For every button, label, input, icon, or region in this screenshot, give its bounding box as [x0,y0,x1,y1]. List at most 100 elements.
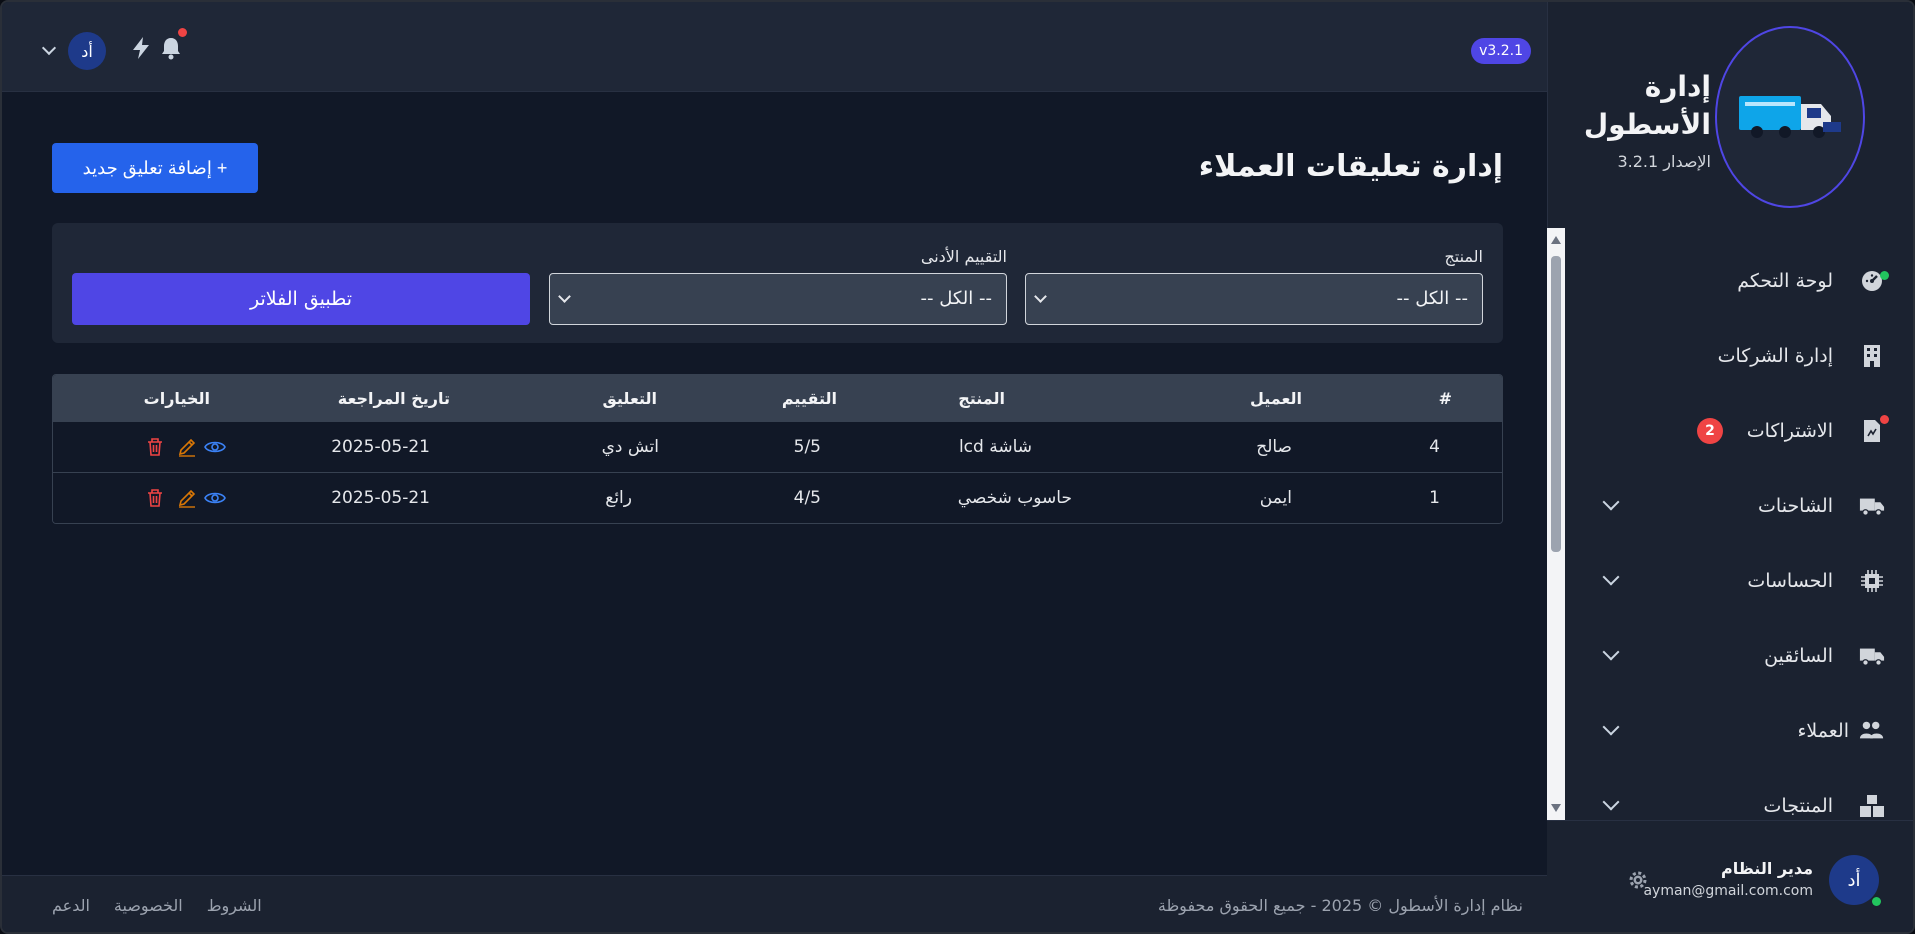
sidebar-item-drivers[interactable]: السائقين [1567,626,1913,686]
sidebar-item-label: المنتجات [1763,795,1833,817]
view-icon[interactable] [203,435,227,459]
bolt-icon[interactable] [130,36,152,66]
chevron-down-icon [1034,290,1047,303]
table-header: # العميل المنتج التقييم التعليق تاريخ ال… [53,375,1502,421]
sidebar-item-label: إدارة الشركات [1717,345,1833,367]
chevron-down-icon[interactable] [1602,568,1620,586]
cell-customer: صالح [1256,437,1292,457]
sidebar-item-trucks[interactable]: الشاحنات [1567,476,1913,536]
sidebar-item-label: الحساسات [1747,570,1833,592]
building-icon [1859,343,1885,369]
product-filter-value: -- الكل -- [1396,288,1468,309]
trash-icon[interactable] [143,435,167,459]
bell-icon[interactable] [160,36,182,66]
scroll-down-icon[interactable] [1551,804,1561,812]
chevron-down-icon[interactable] [41,40,57,56]
rating-filter-select[interactable]: -- الكل -- [549,273,1007,325]
boxes-icon [1859,793,1885,819]
edit-icon[interactable] [175,435,199,459]
chevron-down-icon[interactable] [1602,493,1620,511]
sidebar-item-customers[interactable]: العملاء [1567,701,1913,761]
scroll-thumb[interactable] [1551,256,1561,552]
rating-filter-value: -- الكل -- [920,288,992,309]
sidebar-item-label: لوحة التحكم [1737,270,1833,292]
version-badge: v3.2.1 [1471,38,1531,64]
product-filter-label: المنتج [1444,247,1483,266]
chevron-down-icon[interactable] [1602,643,1620,661]
top-bar: v3.2.1 أد [2,2,1551,92]
cell-rating: 5/5 [793,437,821,457]
cell-review-date: 2025-05-21 [331,437,430,457]
apply-filters-button[interactable]: تطبيق الفلاتر [72,273,530,325]
rating-filter-label: التقييم الأدنى [920,247,1007,266]
sidebar-scrollbar[interactable] [1547,228,1565,820]
footer: نظام إدارة الأسطول © 2025 - جميع الحقوق … [2,875,1551,932]
chip-icon [1859,568,1885,594]
header-rating: التقييم [781,388,837,408]
chevron-down-icon[interactable] [1602,718,1620,736]
status-dot [1880,271,1889,280]
cell-comment: رائع [605,488,632,508]
footer-links: الشروط الخصوصية الدعم [52,896,262,915]
sidebar-item-dashboard[interactable]: لوحة التحكم [1567,251,1913,311]
brand-title: إدارة الأسطول [1583,70,1711,141]
cell-id: 1 [1429,488,1440,508]
notification-dot [178,28,187,37]
add-comment-button[interactable]: + إضافة تعليق جديد [52,143,258,193]
chevron-down-icon [558,290,571,303]
cell-comment: اتش دي [601,437,659,457]
sidebar-item-label: السائقين [1764,645,1833,667]
support-link[interactable]: الدعم [52,896,90,915]
user-profile: أد مدير النظام ayman@gmail.com.com [1547,820,1913,932]
edit-icon[interactable] [175,486,199,510]
privacy-link[interactable]: الخصوصية [114,896,183,915]
sidebar-item-sensors[interactable]: الحساسات [1567,551,1913,611]
brand-version: الإصدار 3.2.1 [1617,152,1711,171]
table-row: 4 صالح شاشة lcd 5/5 اتش دي 2025-05-21 [53,421,1502,472]
main-content: إدارة تعليقات العملاء + إضافة تعليق جديد… [2,93,1551,875]
page-title: إدارة تعليقات العملاء [1198,149,1503,184]
sidebar-item-label: العملاء [1797,720,1850,742]
trash-icon[interactable] [143,486,167,510]
comments-table: # العميل المنتج التقييم التعليق تاريخ ال… [52,374,1503,524]
logo [1715,26,1865,208]
row-actions [143,422,227,472]
cell-rating: 4/5 [793,488,821,508]
cell-customer: ايمن [1259,488,1292,508]
chevron-down-icon[interactable] [1602,793,1620,811]
subscriptions-count-badge: 2 [1697,418,1723,444]
header-comment: التعليق [602,388,657,408]
cell-id: 4 [1429,437,1440,457]
notification-dot [1880,415,1889,424]
filters-panel: المنتج -- الكل -- التقييم الأدنى -- الكل… [52,223,1503,343]
truck-icon [1859,493,1885,519]
users-icon [1859,718,1885,744]
scroll-up-icon[interactable] [1551,236,1561,244]
header-review-date: تاريخ المراجعة [337,388,450,408]
truck-icon [1859,643,1885,669]
header-product: المنتج [958,388,1005,408]
terms-link[interactable]: الشروط [207,896,262,915]
sidebar-item-subscriptions[interactable]: الاشتراكات 2 [1567,401,1913,461]
online-status-dot [1872,897,1881,906]
product-filter-select[interactable]: -- الكل -- [1025,273,1483,325]
sidebar-item-companies[interactable]: إدارة الشركات [1567,326,1913,386]
header-options: الخيارات [143,388,210,408]
app-window: v3.2.1 أد إدارة تعليقات العملاء + إضافة … [0,0,1915,934]
user-email: ayman@gmail.com.com [1643,883,1813,899]
sidebar-nav: لوحة التحكم إدارة الشركات الاشتراكات 2 ا… [1547,228,1913,820]
brand-header: إدارة الأسطول الإصدار 3.2.1 [1548,2,1913,226]
view-icon[interactable] [203,486,227,510]
sidebar: إدارة الأسطول الإصدار 3.2.1 لوحة التحكم [1547,2,1913,932]
sidebar-item-label: الشاحنات [1758,495,1833,517]
gear-icon[interactable] [1627,869,1649,897]
avatar[interactable]: أد [1829,855,1879,905]
user-avatar[interactable]: أد [68,32,106,70]
cell-product: حاسوب شخصي [957,488,1072,508]
table-row: 1 ايمن حاسوب شخصي 4/5 رائع 2025-05-21 [53,472,1502,523]
header-customer: العميل [1249,388,1302,408]
sidebar-item-label: الاشتراكات [1746,420,1833,442]
copyright-text: نظام إدارة الأسطول © 2025 - جميع الحقوق … [1157,896,1523,915]
user-name: مدير النظام [1720,859,1813,878]
cell-product: شاشة lcd [958,437,1032,457]
